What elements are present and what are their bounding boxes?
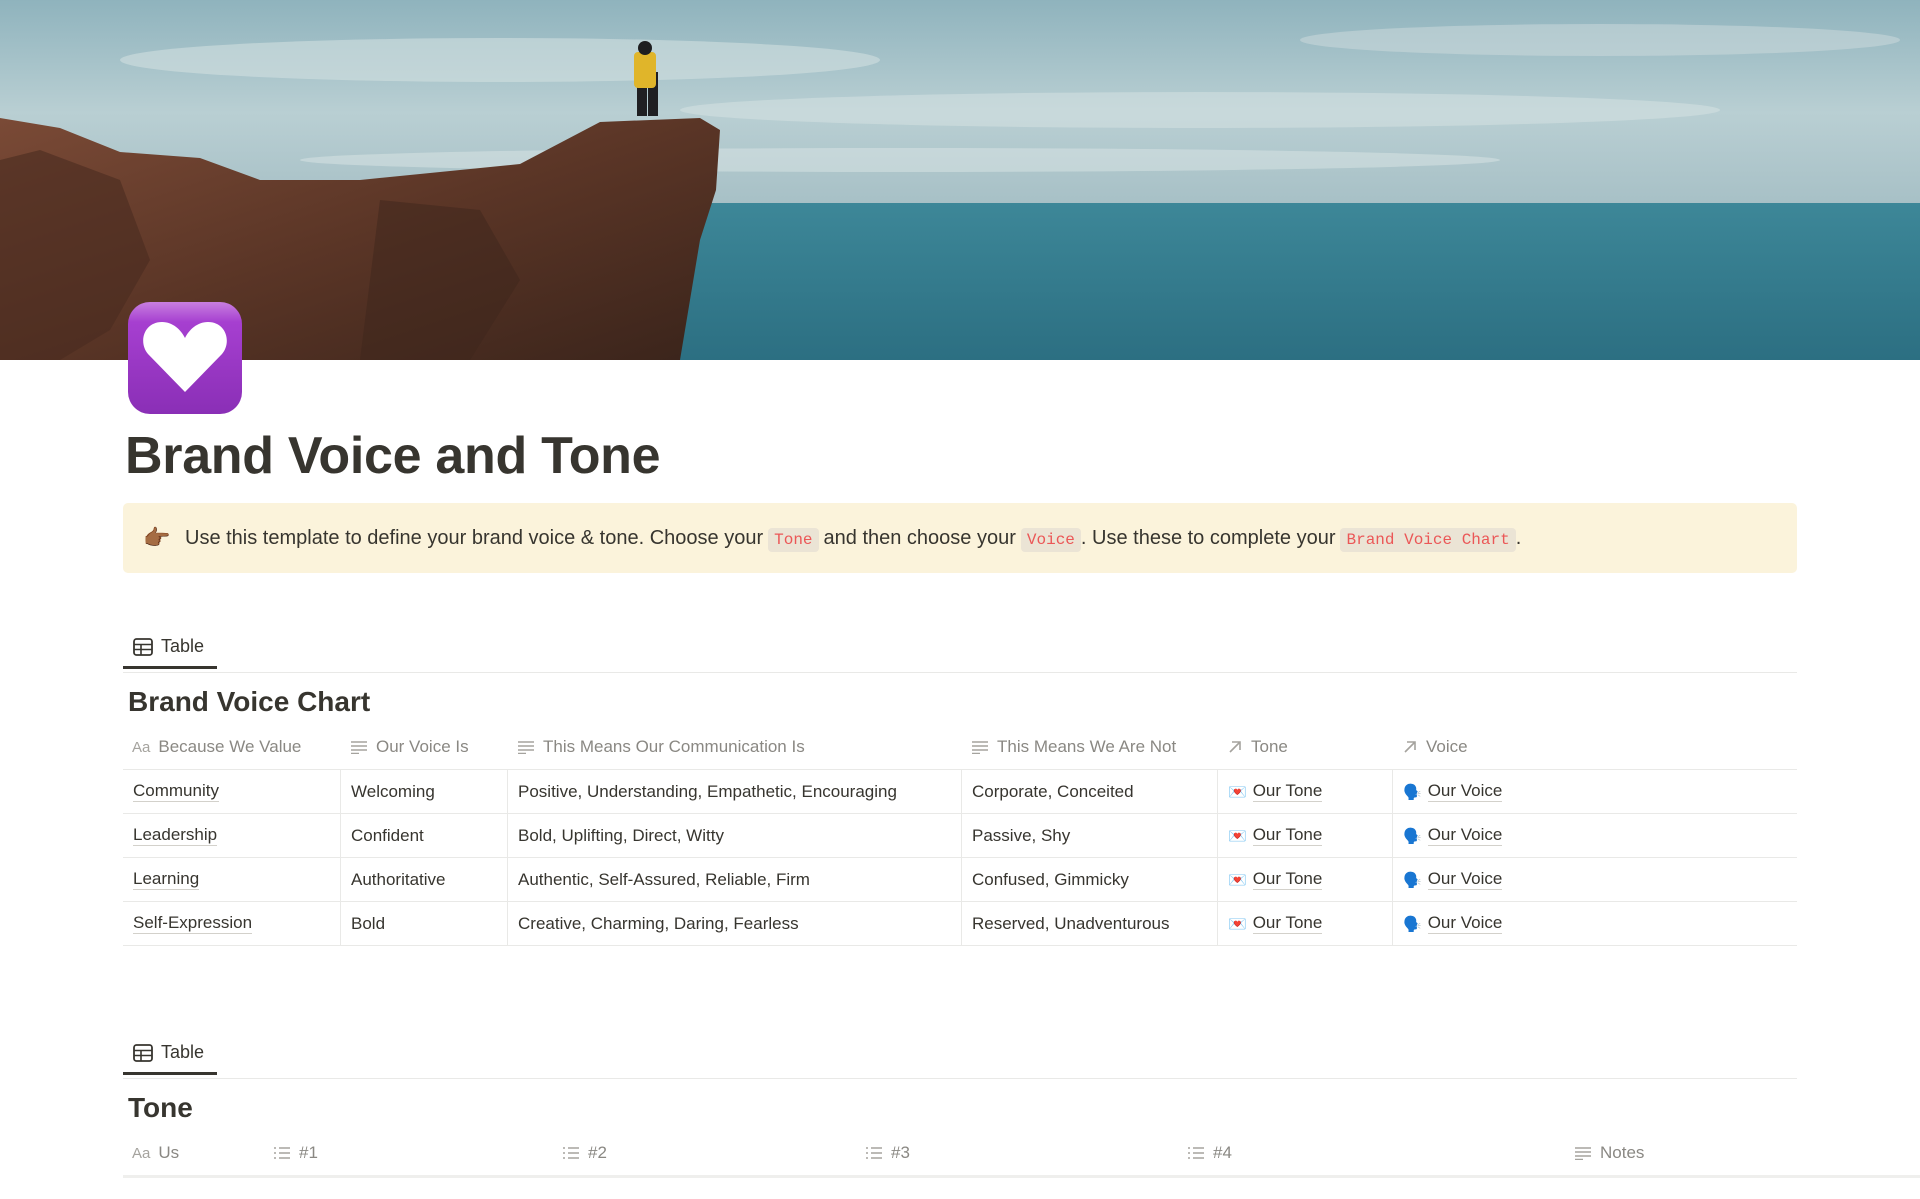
cell-tone[interactable]: 💌 Our Tone <box>1218 902 1393 945</box>
table-row[interactable]: Learning Authoritative Authentic, Self-A… <box>123 858 1797 902</box>
cell-voice[interactable]: 🗣️ Our Voice <box>1393 814 1797 857</box>
database-title[interactable]: Brand Voice Chart <box>128 686 370 718</box>
speaking-head-icon: 🗣️ <box>1403 783 1422 801</box>
tone-relation-link[interactable]: Our Tone <box>1252 781 1323 802</box>
cell-tone[interactable]: 💌 Our Tone <box>1218 770 1393 813</box>
page-icon[interactable] <box>126 300 244 416</box>
tab-divider <box>123 1078 1797 1079</box>
column-header-4[interactable]: #4 <box>1178 1131 1565 1175</box>
cell-tone[interactable]: 💌 Our Tone <box>1218 814 1393 857</box>
table-row[interactable]: Leadership Confident Bold, Uplifting, Di… <box>123 814 1797 858</box>
column-header-2[interactable]: #2 <box>553 1131 856 1175</box>
cell-communication-is[interactable]: Creative, Charming, Daring, Fearless <box>508 902 962 945</box>
table-icon <box>133 637 153 656</box>
love-letter-icon: 💌 <box>1228 871 1247 889</box>
view-tab-table[interactable]: Table <box>123 1033 217 1075</box>
table-icon <box>133 1043 153 1062</box>
table-row[interactable]: Self-Expression Bold Creative, Charming,… <box>123 902 1797 946</box>
cell-we-are-not[interactable]: Confused, Gimmicky <box>962 858 1218 901</box>
column-header-1[interactable]: #1 <box>264 1131 553 1175</box>
column-header-voice[interactable]: Voice <box>1393 725 1797 769</box>
tone-relation-link[interactable]: Our Tone <box>1252 869 1323 890</box>
cell-value[interactable]: Learning <box>123 858 341 901</box>
cell-value[interactable]: Leadership <box>123 814 341 857</box>
cell-voice-is[interactable]: Authoritative <box>341 858 508 901</box>
column-header-us[interactable]: Aa Us <box>123 1131 264 1175</box>
table-header-row: Aa Because We Value Our Voice Is This Me… <box>123 725 1797 770</box>
white-heart-purple-square-icon <box>128 302 242 414</box>
voice-relation-link[interactable]: Our Voice <box>1427 913 1503 934</box>
brand-voice-chart-table: Aa Because We Value Our Voice Is This Me… <box>123 725 1797 946</box>
cover-image[interactable] <box>0 0 1920 360</box>
cell-communication-is[interactable]: Authentic, Self-Assured, Reliable, Firm <box>508 858 962 901</box>
speaking-head-icon: 🗣️ <box>1403 915 1422 933</box>
column-header-we-are-not[interactable]: This Means We Are Not <box>962 725 1218 769</box>
column-header-notes[interactable]: Notes <box>1565 1131 1920 1175</box>
love-letter-icon: 💌 <box>1228 827 1247 845</box>
cell-communication-is[interactable]: Bold, Uplifting, Direct, Witty <box>508 814 962 857</box>
cell-tone[interactable]: 💌 Our Tone <box>1218 858 1393 901</box>
pointing-hand-icon: 👉🏾 <box>143 525 171 550</box>
tone-relation-link[interactable]: Our Tone <box>1252 825 1323 846</box>
database-title[interactable]: Tone <box>128 1092 193 1124</box>
column-header-because-we-value[interactable]: Aa Because We Value <box>123 725 341 769</box>
cell-voice[interactable]: 🗣️ Our Voice <box>1393 902 1797 945</box>
relation-arrow-icon <box>1227 739 1243 755</box>
column-header-tone[interactable]: Tone <box>1218 725 1393 769</box>
multi-select-list-icon <box>273 1146 291 1160</box>
voice-relation-link[interactable]: Our Voice <box>1427 781 1503 802</box>
page-title: Brand Voice and Tone <box>125 427 661 485</box>
title-aa-icon: Aa <box>132 738 151 756</box>
column-header-communication-is[interactable]: This Means Our Communication Is <box>508 725 962 769</box>
tone-relation-link[interactable]: Our Tone <box>1252 913 1323 934</box>
cell-voice[interactable]: 🗣️ Our Voice <box>1393 858 1797 901</box>
cell-voice-is[interactable]: Welcoming <box>341 770 508 813</box>
cell-we-are-not[interactable]: Reserved, Unadventurous <box>962 902 1218 945</box>
cell-we-are-not[interactable]: Corporate, Conceited <box>962 770 1218 813</box>
multi-select-list-icon <box>562 1146 580 1160</box>
column-header-3[interactable]: #3 <box>856 1131 1178 1175</box>
view-tab-table[interactable]: Table <box>123 627 217 669</box>
relation-arrow-icon <box>1402 739 1418 755</box>
cell-value[interactable]: Community <box>123 770 341 813</box>
text-lines-icon <box>517 740 535 754</box>
text-lines-icon <box>350 740 368 754</box>
love-letter-icon: 💌 <box>1228 783 1247 801</box>
voice-relation-link[interactable]: Our Voice <box>1427 869 1503 890</box>
multi-select-list-icon <box>865 1146 883 1160</box>
cell-voice[interactable]: 🗣️ Our Voice <box>1393 770 1797 813</box>
inline-code-voice: Voice <box>1020 527 1081 552</box>
voice-relation-link[interactable]: Our Voice <box>1427 825 1503 846</box>
tab-divider <box>123 672 1797 673</box>
callout-text: Use this template to define your brand v… <box>185 527 1521 552</box>
inline-code-tone: Tone <box>768 527 819 552</box>
table-row[interactable]: Community Welcoming Positive, Understand… <box>123 770 1797 814</box>
cell-communication-is[interactable]: Positive, Understanding, Empathetic, Enc… <box>508 770 962 813</box>
inline-code-brand-voice-chart: Brand Voice Chart <box>1340 527 1516 552</box>
speaking-head-icon: 🗣️ <box>1403 827 1422 845</box>
cell-value[interactable]: Self-Expression <box>123 902 341 945</box>
cell-voice-is[interactable]: Confident <box>341 814 508 857</box>
cell-voice-is[interactable]: Bold <box>341 902 508 945</box>
table-header-row: Aa Us #1 #2 #3 #4 Notes <box>123 1131 1920 1178</box>
title-aa-icon: Aa <box>132 1144 151 1162</box>
tone-table: Aa Us #1 #2 #3 #4 Notes <box>123 1131 1920 1178</box>
multi-select-list-icon <box>1187 1146 1205 1160</box>
speaking-head-icon: 🗣️ <box>1403 871 1422 889</box>
column-header-our-voice-is[interactable]: Our Voice Is <box>341 725 508 769</box>
text-lines-icon <box>971 740 989 754</box>
text-lines-icon <box>1574 1146 1592 1160</box>
callout: 👉🏾 Use this template to define your bran… <box>123 503 1797 573</box>
love-letter-icon: 💌 <box>1228 915 1247 933</box>
cover-photo <box>0 0 1920 360</box>
cell-we-are-not[interactable]: Passive, Shy <box>962 814 1218 857</box>
